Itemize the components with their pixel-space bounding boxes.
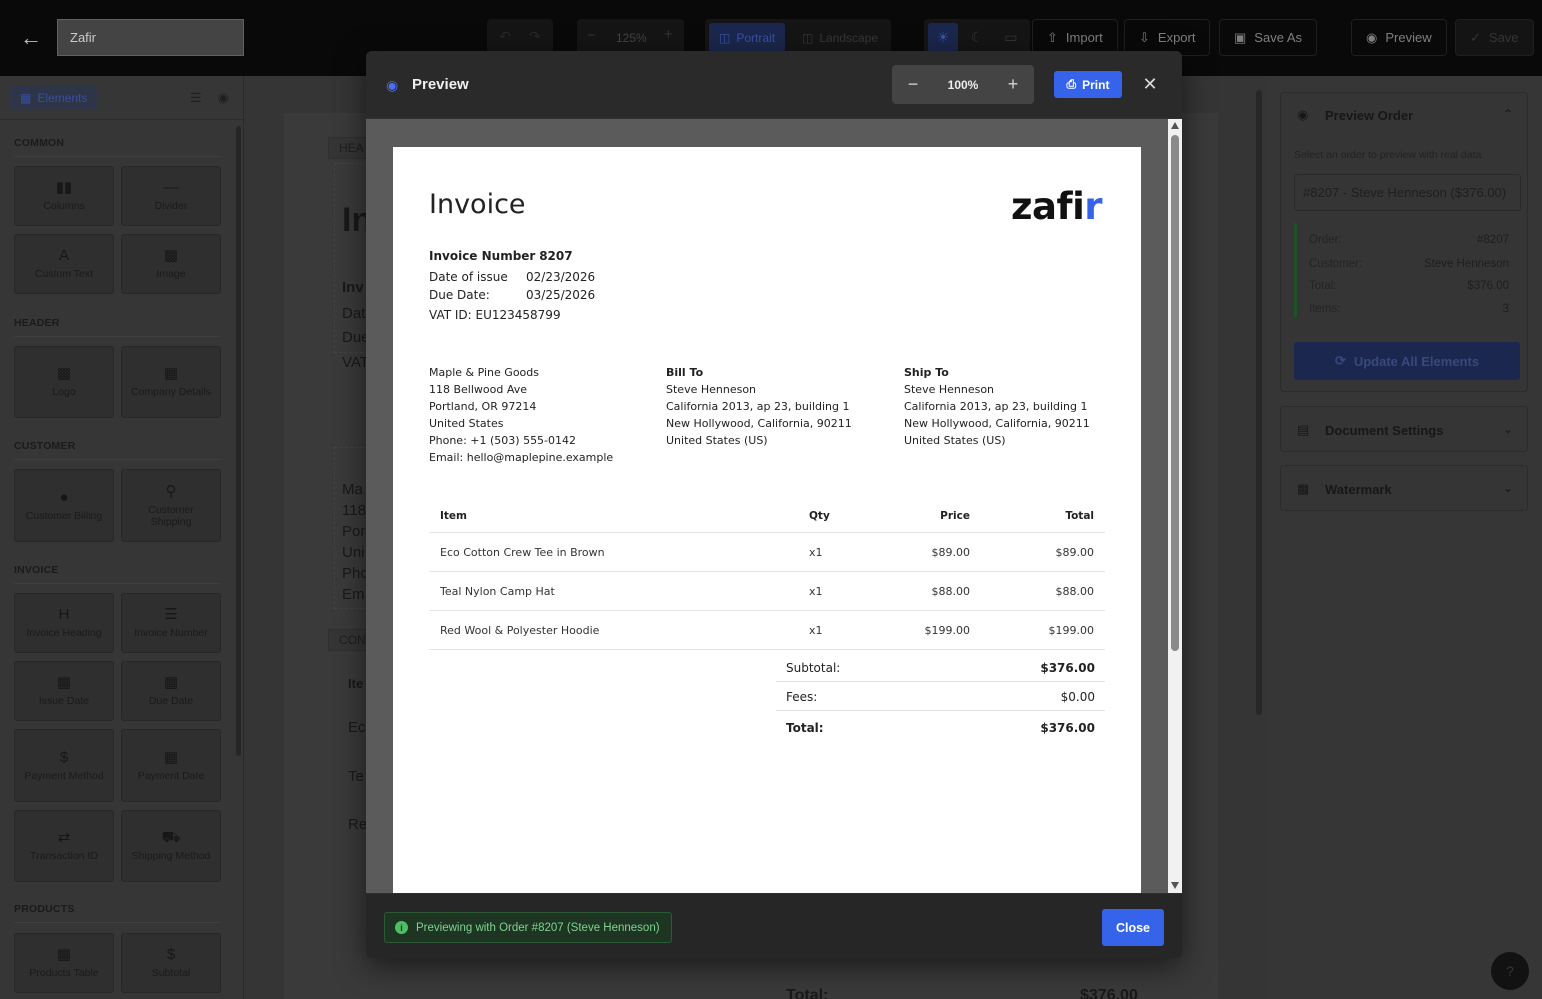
subtotal-row: Subtotal: $376.00 [786, 661, 1095, 675]
column-header-item: Item [440, 510, 467, 522]
column-header-price: Price [940, 510, 970, 522]
fees-row: Fees: $0.00 [786, 690, 1095, 704]
eye-icon: ◉ [386, 77, 399, 93]
bill-to-address: Bill To Steve Henneson California 2013, … [666, 366, 852, 447]
column-header-total: Total [1065, 510, 1094, 522]
preview-zoom-control: − 100% + [892, 65, 1034, 104]
invoice-page: Invoice zafir Invoice Number 8207 Date o… [393, 147, 1141, 893]
invoice-heading: Invoice [429, 189, 526, 220]
ship-to-address: Ship To Steve Henneson California 2013, … [904, 366, 1090, 447]
invoice-number: Invoice Number 8207 [429, 249, 573, 263]
company-details: Maple & Pine Goods 118 Bellwood Ave Port… [429, 366, 614, 464]
scroll-down-arrow-icon[interactable] [1171, 882, 1179, 889]
info-icon: i [395, 921, 408, 934]
due-date-label: Due Date: [429, 288, 490, 302]
table-row: Eco Cotton Crew Tee in Brown x1 $89.00 $… [429, 533, 1105, 572]
due-date-value: 03/25/2026 [526, 288, 596, 302]
zoom-in-button[interactable]: + [992, 65, 1034, 104]
table-row: Teal Nylon Camp Hat x1 $88.00 $88.00 [429, 572, 1105, 611]
issue-date-label: Date of issue [429, 270, 508, 284]
printer-icon: ⎙ [1066, 77, 1077, 91]
preview-zoom-value: 100% [947, 77, 979, 92]
preview-viewport[interactable]: Invoice zafir Invoice Number 8207 Date o… [366, 119, 1182, 893]
preview-notice: i Previewing with Order #8207 (Steve Hen… [384, 912, 672, 943]
table-row: Red Wool & Polyester Hoodie x1 $199.00 $… [429, 611, 1105, 650]
print-button[interactable]: ⎙ Print [1054, 71, 1122, 98]
preview-modal: ◉ Preview − 100% + ⎙ Print ✕ Invoice zafi… [366, 51, 1182, 958]
preview-scrollbar-thumb[interactable] [1171, 135, 1179, 651]
modal-footer: i Previewing with Order #8207 (Steve Hen… [366, 893, 1182, 958]
products-table: Item Qty Price Total Eco Cotton Crew Tee… [429, 507, 1105, 650]
zoom-out-button[interactable]: − [892, 65, 934, 104]
close-button[interactable]: Close [1102, 909, 1164, 946]
table-header-row: Item Qty Price Total [429, 507, 1105, 533]
column-header-qty: Qty [809, 510, 830, 522]
grand-total-row: Total: $376.00 [786, 721, 1095, 735]
vat-id: VAT ID: EU123458799 [429, 308, 561, 322]
issue-date-value: 02/23/2026 [526, 270, 596, 284]
company-logo: zafir [1011, 185, 1103, 228]
scroll-up-arrow-icon[interactable] [1171, 122, 1179, 129]
close-icon[interactable]: ✕ [1141, 73, 1159, 95]
modal-header: ◉ Preview − 100% + ⎙ Print ✕ [366, 51, 1182, 119]
modal-title: Preview [412, 76, 469, 93]
totals-block: Subtotal: $376.00 Fees: $0.00 Total: $37… [776, 653, 1105, 739]
